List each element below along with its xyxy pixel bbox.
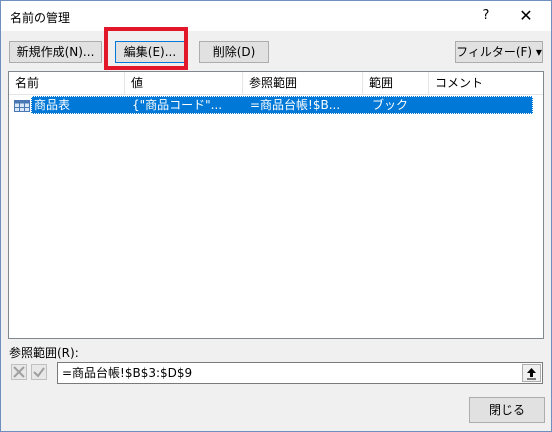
list-header: 名前 値 参照範囲 範囲 コメント bbox=[9, 72, 543, 95]
column-header-value[interactable]: 値 bbox=[125, 72, 243, 94]
dialog-title: 名前の管理 bbox=[10, 11, 71, 25]
refers-to-value: =商品台帳!$B$3:$D$9 bbox=[62, 366, 193, 380]
annotation-highlight-box bbox=[104, 27, 188, 70]
title-bar: 名前の管理 ? ✕ bbox=[1, 1, 551, 31]
item-refers-to: =商品台帳!$B... bbox=[250, 98, 341, 112]
column-header-comment[interactable]: コメント bbox=[429, 72, 543, 94]
item-value: {"商品コード"... bbox=[132, 98, 223, 112]
list-item[interactable]: 商品表 {"商品コード"... =商品台帳!$B... ブック bbox=[31, 96, 533, 114]
new-button[interactable]: 新規作成(N)... bbox=[9, 41, 102, 63]
name-manager-dialog: 名前の管理 ? ✕ 新規作成(N)... 編集(E)... 削除(D) フィルタ… bbox=[0, 0, 552, 432]
names-list[interactable]: 名前 値 参照範囲 範囲 コメント 商品表 {"商品コード"... =商品台帳!… bbox=[8, 71, 544, 339]
item-name: 商品表 bbox=[34, 98, 71, 112]
close-window-button[interactable]: ✕ bbox=[513, 6, 539, 26]
column-header-refers-to[interactable]: 参照範囲 bbox=[243, 72, 363, 94]
collapse-up-icon bbox=[527, 368, 536, 380]
item-scope: ブック bbox=[372, 98, 409, 112]
column-header-scope[interactable]: 範囲 bbox=[363, 72, 429, 94]
table-icon bbox=[14, 100, 30, 112]
refers-to-label: 参照範囲(R): bbox=[9, 346, 79, 360]
filter-button[interactable]: フィルター(F) ▾ bbox=[455, 41, 543, 63]
refers-to-input[interactable]: =商品台帳!$B$3:$D$9 bbox=[57, 362, 543, 384]
cancel-edit-icon[interactable] bbox=[11, 364, 27, 380]
confirm-edit-icon[interactable] bbox=[31, 364, 47, 380]
delete-button[interactable]: 削除(D) bbox=[199, 41, 269, 63]
help-button[interactable]: ? bbox=[474, 6, 498, 26]
close-button[interactable]: 閉じる bbox=[469, 397, 545, 423]
collapse-dialog-button[interactable] bbox=[522, 364, 541, 382]
column-header-name[interactable]: 名前 bbox=[9, 72, 125, 94]
